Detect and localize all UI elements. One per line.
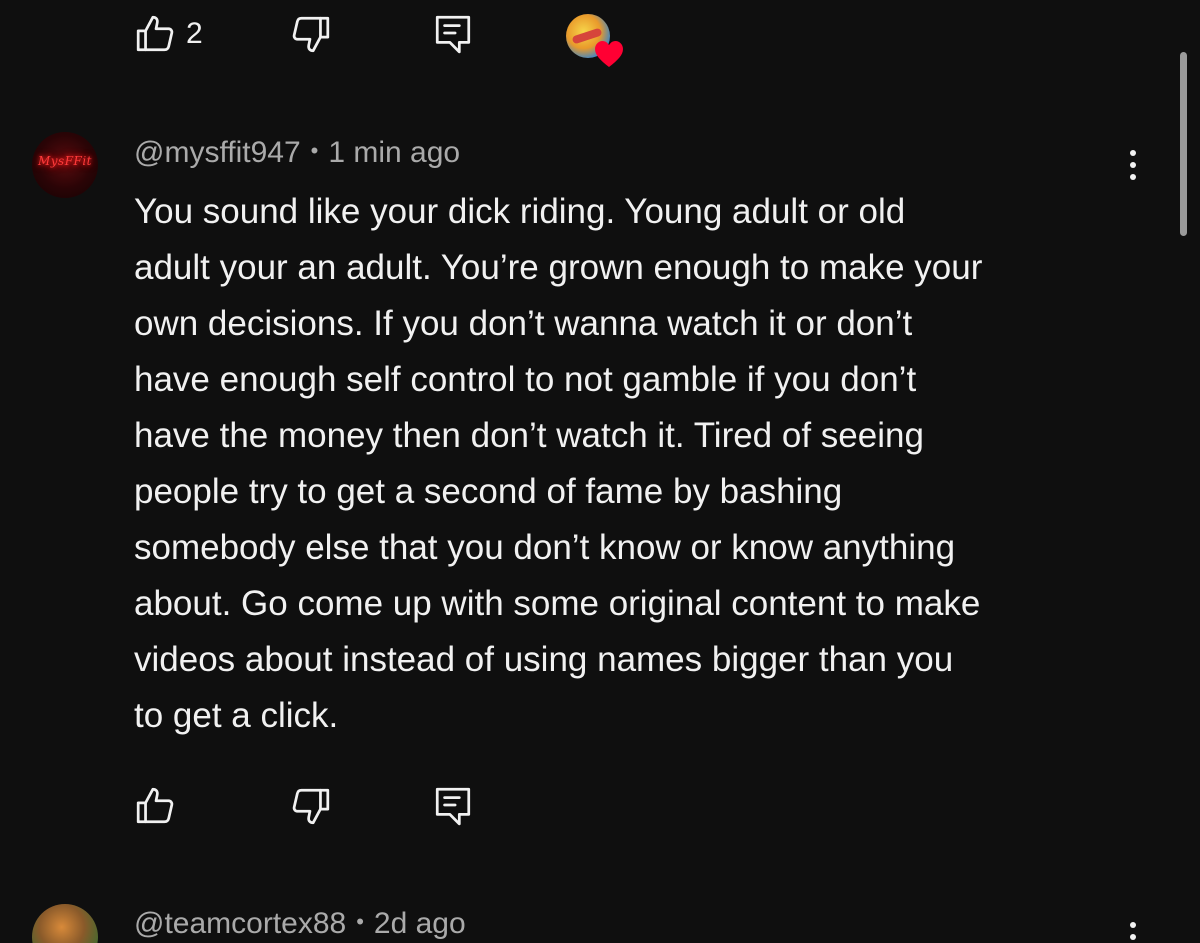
comment-line: somebody else that you don’t know or kno… xyxy=(134,528,956,567)
comment-line: videos about instead of using names bigg… xyxy=(134,640,954,679)
avatar[interactable]: MysFFit xyxy=(32,132,98,198)
comment-line: adult your an adult. You’re grown enough… xyxy=(134,248,983,287)
comment-line: have enough self control to not gamble i… xyxy=(134,360,917,399)
reply-button[interactable] xyxy=(432,782,474,830)
like-button[interactable]: 2 xyxy=(134,10,203,58)
scrollbar[interactable] xyxy=(1180,52,1187,236)
comment-timestamp[interactable]: 1 min ago xyxy=(328,136,460,169)
comment-author-handle[interactable]: @mysffit947 xyxy=(134,136,301,169)
more-options-button[interactable] xyxy=(1116,915,1150,943)
comment-author-handle[interactable]: @teamcortex88 xyxy=(134,907,346,940)
reply-button[interactable] xyxy=(432,10,474,58)
avatar-neon-text: MysFFit xyxy=(37,154,93,168)
dislike-button[interactable] xyxy=(290,782,332,830)
creator-heart-badge xyxy=(566,14,624,72)
comment-line: people try to get a second of fame by ba… xyxy=(134,472,843,511)
thumbs-down-icon xyxy=(292,788,330,825)
more-vert-icon xyxy=(1130,922,1136,928)
comment-line: have the money then don’t watch it. Tire… xyxy=(134,416,924,455)
comment-line: own decisions. If you don’t wanna watch … xyxy=(134,304,913,343)
thumbs-up-icon xyxy=(136,15,174,52)
more-vert-icon xyxy=(1130,150,1136,156)
heart-icon xyxy=(595,41,623,67)
comment-timestamp[interactable]: 2d ago xyxy=(374,907,466,940)
more-options-button[interactable] xyxy=(1116,143,1150,187)
meta-separator: • xyxy=(310,138,319,163)
like-count: 2 xyxy=(186,17,203,50)
comment-line: to get a click. xyxy=(134,696,339,735)
comment-line: You sound like your dick riding. Young a… xyxy=(134,192,906,231)
thumbs-up-icon xyxy=(136,787,174,824)
comment-meta: @teamcortex88 • 2d ago xyxy=(134,907,466,941)
avatar[interactable] xyxy=(32,904,98,943)
comment-line: about. Go come up with some original con… xyxy=(134,584,981,623)
comments-page: 2 MysFFit @mysffit947 • 1 min ago You so… xyxy=(0,0,1200,943)
dislike-button[interactable] xyxy=(290,10,332,58)
comment-meta: @mysffit947 • 1 min ago xyxy=(134,136,460,170)
meta-separator: • xyxy=(356,909,364,934)
reply-icon xyxy=(435,787,471,826)
like-button[interactable] xyxy=(134,782,176,830)
thumbs-down-icon xyxy=(292,16,330,53)
reply-icon xyxy=(435,15,471,54)
comment-body: You sound like your dick riding. Young a… xyxy=(134,184,1134,744)
